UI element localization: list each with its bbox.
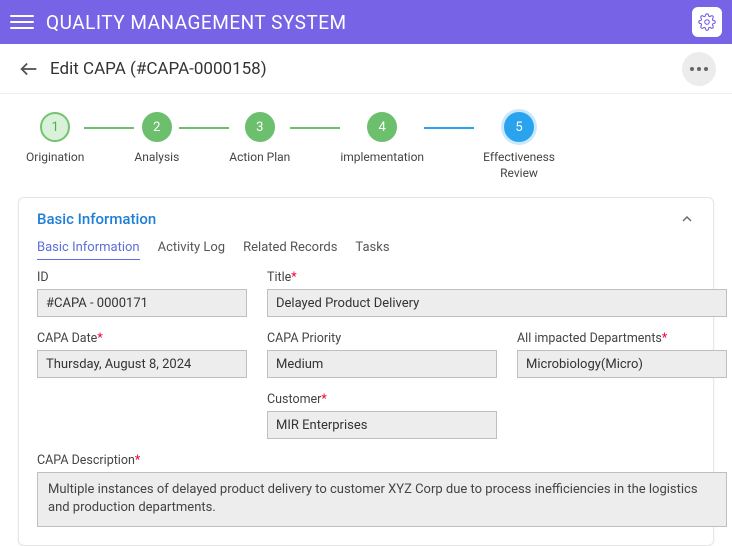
back-button[interactable] xyxy=(18,58,40,80)
label-title: Title* xyxy=(267,270,727,285)
field-capa-date: CAPA Date* Thursday, August 8, 2024 xyxy=(37,331,247,378)
step-number: 2 xyxy=(142,112,172,142)
label-impacted-departments: All impacted Departments* xyxy=(517,331,727,346)
dots-icon xyxy=(690,67,694,71)
label-id: ID xyxy=(37,270,247,285)
input-title[interactable]: Delayed Product Delivery xyxy=(267,289,727,317)
menu-icon[interactable] xyxy=(10,10,34,34)
tab-related-records[interactable]: Related Records xyxy=(243,240,337,260)
step-action-plan[interactable]: 3 Action Plan xyxy=(229,112,290,166)
card-title: Basic Information xyxy=(37,210,156,228)
settings-button[interactable] xyxy=(692,7,722,37)
field-capa-priority: CAPA Priority Medium xyxy=(267,331,497,378)
card-tabs: Basic Information Activity Log Related R… xyxy=(19,240,713,270)
step-number: 3 xyxy=(245,112,275,142)
tab-activity-log[interactable]: Activity Log xyxy=(158,240,226,260)
step-number: 4 xyxy=(367,112,397,142)
tab-basic-information[interactable]: Basic Information xyxy=(37,240,140,260)
chevron-up-icon xyxy=(679,211,695,227)
step-connector xyxy=(179,127,229,129)
label-capa-priority: CAPA Priority xyxy=(267,331,497,346)
step-connector xyxy=(290,127,340,129)
input-capa-priority[interactable]: Medium xyxy=(267,350,497,378)
step-label: implementation xyxy=(340,150,424,166)
step-analysis[interactable]: 2 Analysis xyxy=(134,112,179,166)
textarea-capa-description[interactable]: Multiple instances of delayed product de… xyxy=(37,472,727,526)
label-capa-description: CAPA Description* xyxy=(37,453,727,468)
basic-info-card: Basic Information Basic Information Acti… xyxy=(18,197,714,545)
step-label: Action Plan xyxy=(229,150,290,166)
page-title: Edit CAPA (#CAPA-0000158) xyxy=(50,59,267,79)
app-title: QUALITY MANAGEMENT SYSTEM xyxy=(46,11,347,34)
progress-stepper: 1 Origination 2 Analysis 3 Action Plan 4… xyxy=(18,112,714,197)
sub-header: Edit CAPA (#CAPA-0000158) xyxy=(0,44,732,94)
field-id: ID #CAPA - 0000171 xyxy=(37,270,247,317)
card-header[interactable]: Basic Information xyxy=(19,198,713,240)
step-number: 1 xyxy=(40,112,70,142)
gear-icon xyxy=(698,13,716,31)
input-customer[interactable]: MIR Enterprises xyxy=(267,411,497,439)
field-title: Title* Delayed Product Delivery xyxy=(267,270,727,317)
step-origination[interactable]: 1 Origination xyxy=(26,112,84,166)
form-grid: ID #CAPA - 0000171 Title* Delayed Produc… xyxy=(19,270,713,544)
step-label: Origination xyxy=(26,150,84,166)
step-connector xyxy=(424,127,474,129)
field-impacted-departments: All impacted Departments* Microbiology(M… xyxy=(517,331,727,378)
step-connector xyxy=(84,127,134,129)
tab-tasks[interactable]: Tasks xyxy=(355,240,389,260)
step-number: 5 xyxy=(504,112,534,142)
field-capa-description: CAPA Description* Multiple instances of … xyxy=(37,453,727,526)
label-capa-date: CAPA Date* xyxy=(37,331,247,346)
top-bar: QUALITY MANAGEMENT SYSTEM xyxy=(0,0,732,44)
step-implementation[interactable]: 4 implementation xyxy=(340,112,424,166)
arrow-left-icon xyxy=(18,58,40,80)
input-capa-date[interactable]: Thursday, August 8, 2024 xyxy=(37,350,247,378)
step-effectiveness-review[interactable]: 5 Effectiveness Review xyxy=(474,112,564,181)
label-customer: Customer* xyxy=(267,392,497,407)
input-id[interactable]: #CAPA - 0000171 xyxy=(37,289,247,317)
input-impacted-departments[interactable]: Microbiology(Micro) xyxy=(517,350,727,378)
more-button[interactable] xyxy=(682,52,716,86)
field-customer: Customer* MIR Enterprises xyxy=(267,392,497,439)
step-label: Analysis xyxy=(134,150,179,166)
step-label: Effectiveness Review xyxy=(474,150,564,181)
